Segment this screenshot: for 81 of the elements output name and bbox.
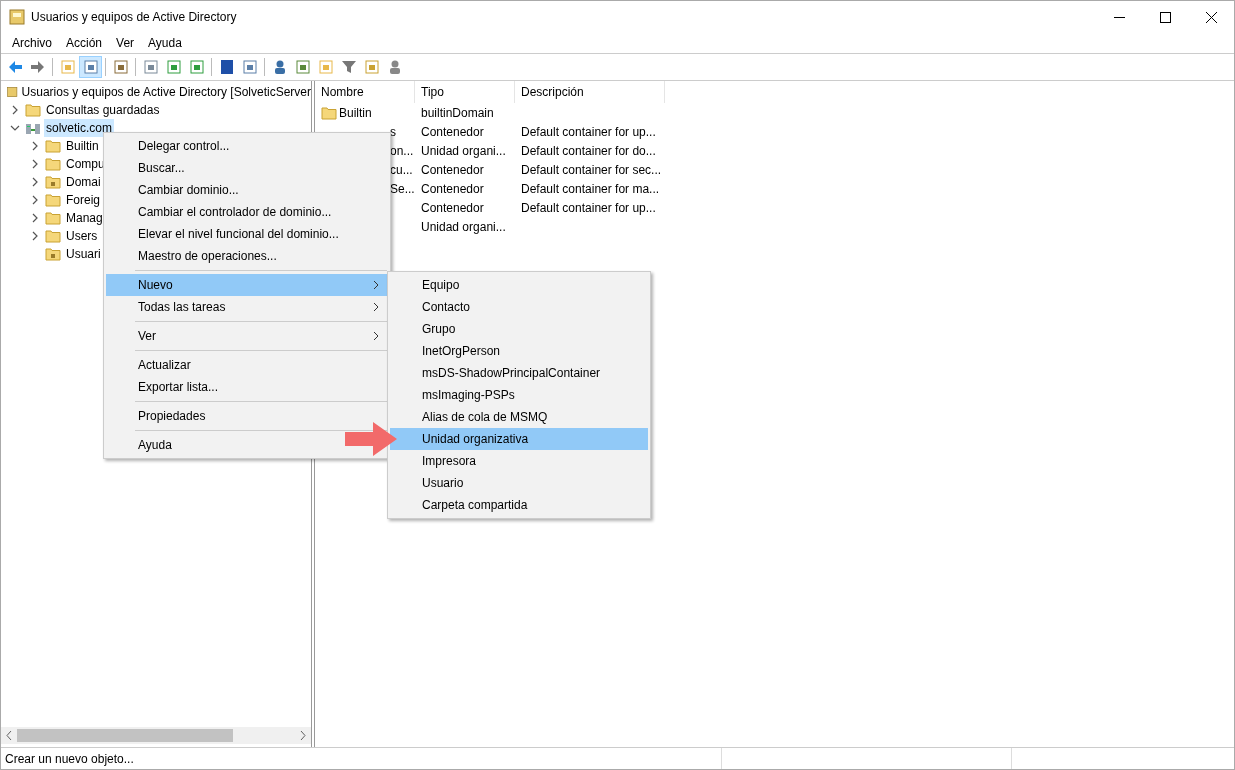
table-cell: Default container for ma... [521, 181, 660, 196]
table-cell: builtinDomain [421, 105, 494, 120]
folder-icon [45, 193, 61, 207]
tree-item[interactable]: Manag [64, 209, 105, 227]
column-header[interactable]: Tipo [415, 81, 515, 103]
table-cell: Default container for do... [521, 143, 656, 158]
table-cell: Unidad organi... [421, 143, 506, 158]
tree-item[interactable]: Consultas guardadas [44, 101, 162, 119]
table-cell: Default container for sec... [521, 162, 662, 177]
menu-item[interactable]: Cambiar el controlador de dominio... [106, 201, 340, 223]
scroll-thumb[interactable] [17, 729, 233, 742]
menu-item[interactable]: Impresora [390, 450, 648, 472]
table-cell-text: on... [390, 142, 414, 160]
chevron-right-icon[interactable] [10, 105, 20, 115]
menu-item[interactable]: Ver [106, 325, 388, 347]
menu-item[interactable]: Ver [109, 34, 142, 52]
table-cell: Default container for up... [521, 124, 656, 139]
folder-icon [25, 103, 41, 117]
table-cell: Contenedor [421, 124, 484, 139]
menu-item[interactable]: Contacto [390, 296, 648, 318]
chevron-down-icon[interactable] [10, 123, 20, 133]
menu-item[interactable]: Equipo [390, 274, 648, 296]
table-cell-text: cu... [390, 161, 413, 179]
menu-item[interactable]: Usuario [390, 472, 648, 494]
chevron-right-icon[interactable] [30, 195, 40, 205]
menu-item[interactable]: Propiedades [106, 405, 214, 427]
chevron-right-icon[interactable] [30, 213, 40, 223]
menu-item[interactable]: Actualizar [106, 354, 199, 376]
chevron-right-icon[interactable] [30, 231, 40, 241]
chevron-right-icon[interactable] [30, 159, 40, 169]
table-cell: Unidad organi... [421, 219, 506, 234]
menu-item[interactable]: Ayuda [141, 34, 189, 52]
chevron-right-icon[interactable] [30, 141, 40, 151]
pointer-arrow [345, 422, 397, 456]
menu-item[interactable]: Archivo [5, 34, 59, 52]
table-cell-text: Builtin [339, 104, 372, 122]
status-text: Crear un nuevo objeto... [4, 750, 135, 768]
window-title: Usuarios y equipos de Active Directory [31, 9, 237, 26]
menu-item[interactable]: Ayuda [106, 434, 180, 456]
table-cell: Contenedor [421, 181, 484, 196]
menu-item[interactable]: Carpeta compartida [390, 494, 648, 516]
tree-item[interactable]: Usuarios y equipos de Active Directory [SolveticServer [21, 83, 311, 101]
tree-item[interactable]: Domai [64, 173, 103, 191]
tree-item[interactable]: solvetic.com [44, 119, 115, 137]
folder-box-icon [45, 247, 61, 261]
menu-item[interactable]: Elevar el nivel funcional del dominio... [106, 223, 347, 245]
menu-item[interactable]: Maestro de operaciones... [106, 245, 285, 267]
tree-item[interactable]: Builtin [64, 137, 101, 155]
table-cell: Contenedor [421, 200, 484, 215]
app-icon [9, 9, 25, 25]
menu-item[interactable]: msDS-ShadowPrincipalContainer [390, 362, 648, 384]
menu-item[interactable]: InetOrgPerson [390, 340, 648, 362]
column-header[interactable]: Descripción [515, 81, 665, 103]
folder-box-icon [45, 175, 61, 189]
folder-icon [45, 211, 61, 225]
menu-item[interactable]: Delegar control... [106, 135, 238, 157]
menu-item[interactable]: Grupo [390, 318, 648, 340]
menu-item[interactable]: Nuevo [106, 274, 388, 296]
folder-icon [45, 139, 61, 153]
table-cell: Default container for up... [521, 200, 656, 215]
chevron-right-icon[interactable] [30, 177, 40, 187]
domain-icon [25, 121, 41, 135]
menu-item[interactable]: Buscar... [106, 157, 193, 179]
menu-item[interactable]: Todas las tareas [106, 296, 388, 318]
folder-icon [45, 229, 61, 243]
table-cell-text: s [390, 123, 396, 141]
menu-item[interactable]: Alias de cola de MSMQ [390, 406, 648, 428]
tree-item[interactable]: Foreig [64, 191, 102, 209]
menu-item[interactable]: Unidad organizativa [390, 428, 648, 450]
tree-item[interactable]: Users [64, 227, 100, 245]
menu-item[interactable]: Acción [59, 34, 110, 52]
app-icon [7, 84, 18, 100]
table-cell: Contenedor [421, 162, 484, 177]
menu-item[interactable]: Exportar lista... [106, 376, 227, 398]
horizontal-scrollbar[interactable] [1, 727, 311, 744]
column-header[interactable]: Nombre [315, 81, 415, 103]
folder-icon [45, 157, 61, 171]
tree-item[interactable]: Usuari [64, 245, 103, 263]
table-cell-text: Se... [390, 180, 415, 198]
menu-item[interactable]: msImaging-PSPs [390, 384, 648, 406]
menu-item[interactable]: Cambiar dominio... [106, 179, 247, 201]
